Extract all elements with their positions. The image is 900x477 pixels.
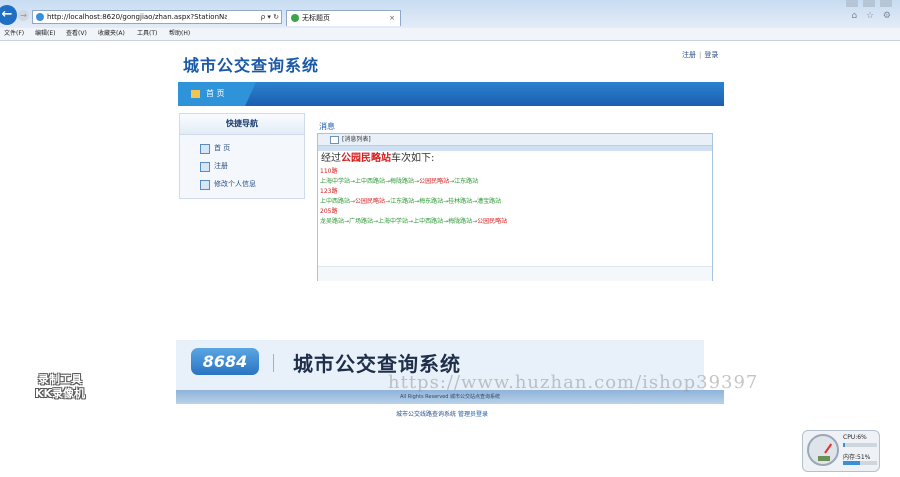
admin-login-link[interactable]: 管理员登录	[458, 411, 488, 418]
recorder-stamp: 录制工具 KK录像机	[20, 373, 100, 401]
address-bar[interactable]: http://localhost:8620/gongjiao/zhan.aspx…	[32, 10, 282, 24]
menu-file[interactable]: 文件(F)	[4, 29, 24, 39]
quick-nav-label: 首 页	[214, 144, 231, 152]
profile-icon	[200, 180, 210, 190]
highlighted-station: 公园民略站	[355, 198, 386, 205]
close-window-button[interactable]	[880, 0, 892, 7]
menu-help[interactable]: 帮助(H)	[169, 29, 190, 39]
cpu-usage-bar	[843, 443, 877, 447]
forward-arrow-icon[interactable]: →	[18, 10, 29, 21]
8684-logo: 8684	[191, 348, 259, 375]
messages-section-title: 消息	[319, 122, 335, 131]
nav-home-label: 首 页	[206, 89, 225, 98]
back-arrow-icon[interactable]: ←	[0, 5, 17, 25]
route-heading: 经过公园民略站车次如下:	[321, 152, 434, 166]
admin-line: 城市公交线路查询系统 管理员登录	[396, 409, 488, 418]
system-monitor-gadget[interactable]: CPU:6% 内存:51%	[802, 430, 880, 472]
station-name: 公园民略站	[341, 153, 391, 164]
page-icon	[200, 144, 210, 154]
heading-suffix: 车次如下:	[391, 153, 435, 164]
bus-number: 110路	[320, 168, 338, 175]
login-link[interactable]: 登录	[704, 51, 718, 59]
close-tab-icon[interactable]: ×	[389, 13, 395, 23]
gauge-needle	[824, 443, 833, 454]
gauge-dial-icon	[807, 434, 839, 466]
bus-route-path: 上中西路站→公园民略站→江东路站→梅东路站→桂林路站→漕宝路站	[320, 198, 502, 205]
address-url[interactable]: http://localhost:8620/gongjiao/zhan.aspx…	[47, 12, 227, 22]
list-icon	[330, 136, 339, 144]
messages-panel: [消息列表] 经过公园民略站车次如下: 110路 上海中学站→上中西路站→梅陇路…	[317, 133, 713, 281]
minimize-button[interactable]	[845, 0, 858, 7]
panel-footer	[318, 266, 712, 281]
register-link[interactable]: 注册	[682, 51, 696, 59]
main-nav-bar: 首 页	[178, 82, 724, 106]
browser-chrome: ← → http://localhost:8620/gongjiao/zhan.…	[0, 0, 900, 41]
maximize-button[interactable]	[862, 0, 875, 7]
window-controls	[843, 0, 892, 8]
link-separator: |	[699, 51, 702, 59]
recorder-line-1: 录制工具	[38, 373, 82, 386]
menu-edit[interactable]: 编辑(E)	[35, 29, 55, 39]
quick-nav-panel: 快捷导航 首 页 注册 修改个人信息	[179, 113, 305, 199]
cpu-usage-text: CPU:6%	[843, 434, 867, 441]
memory-usage-text: 内存:51%	[843, 454, 871, 461]
browser-toolbar: ← → http://localhost:8620/gongjiao/zhan.…	[0, 0, 900, 28]
heading-prefix: 经过	[321, 153, 341, 164]
message-list-caption: [消息列表]	[342, 136, 371, 143]
quick-nav-label: 注册	[214, 162, 228, 170]
bus-number: 123路	[320, 188, 338, 195]
ie-icon	[36, 13, 44, 21]
browser-tab[interactable]: 无标题页 ×	[286, 10, 401, 26]
message-list-header: [消息列表]	[318, 134, 712, 146]
watermark-text: https://www.huzhan.com/ishop39397	[388, 372, 759, 393]
bus-route-path: 龙吴路站→广场路站→上海中学站→上中西路站→梅陇路站→公园民略站	[320, 218, 508, 225]
nav-home-tab[interactable]: 首 页	[178, 82, 256, 106]
site-title: 城市公交查询系统	[183, 56, 320, 75]
menu-view[interactable]: 查看(V)	[66, 29, 87, 39]
register-icon	[200, 162, 210, 172]
tab-title: 无标题页	[302, 14, 330, 22]
address-tools-icon[interactable]: ρ ▾ ↻	[261, 12, 279, 22]
recorder-line-2: KK录像机	[34, 387, 86, 400]
highlighted-station: 公园民略站	[419, 178, 450, 185]
quick-nav-label: 修改个人信息	[214, 180, 256, 188]
home-icon	[191, 90, 200, 98]
home-favorites-tools-icon[interactable]: ⌂ ☆ ⚙	[851, 11, 894, 21]
top-links: 注册 | 登录	[682, 50, 718, 60]
gauge-cap	[818, 456, 830, 461]
bus-route-path: 上海中学站→上中西路站→梅陇路站→公园民略站→江东路站	[320, 178, 479, 185]
footer-divider	[273, 354, 274, 372]
quick-nav-title: 快捷导航	[180, 114, 304, 135]
memory-usage-bar	[843, 461, 877, 465]
menu-bar: 文件(F) 编辑(E) 查看(V) 收藏夹(A) 工具(T) 帮助(H)	[0, 28, 900, 41]
highlighted-station: 公园民略站	[477, 218, 508, 225]
menu-favorites[interactable]: 收藏夹(A)	[98, 29, 125, 39]
bus-number: 205路	[320, 208, 338, 215]
menu-tools[interactable]: 工具(T)	[137, 29, 157, 39]
admin-text: 城市公交线路查询系统	[396, 411, 457, 418]
tab-favicon-icon	[291, 14, 299, 22]
panel-divider	[318, 146, 712, 151]
